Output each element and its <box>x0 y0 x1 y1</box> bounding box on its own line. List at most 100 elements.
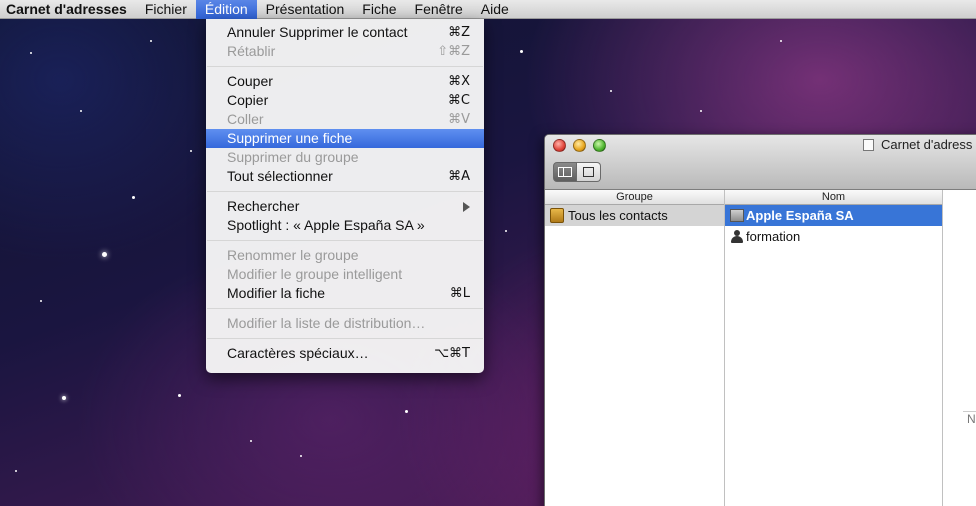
window-titlebar[interactable]: Carnet d'adress <box>545 135 976 190</box>
card-field-fragment: N <box>963 411 976 426</box>
menu-item-spotlight[interactable]: Spotlight : « Apple España SA » <box>206 216 484 235</box>
window-title: Carnet d'adress <box>863 137 972 152</box>
groups-column-header[interactable]: Groupe <box>545 190 724 205</box>
menu-item-tout-selectionner[interactable]: Tout sélectionner ⌘A <box>206 167 484 186</box>
menu-item-caracteres-speciaux[interactable]: Caractères spéciaux… ⌥⌘T <box>206 344 484 363</box>
menu-item-modifier-groupe-intelligent: Modifier le groupe intelligent <box>206 265 484 284</box>
star <box>405 410 408 413</box>
menu-item-label: Tout sélectionner <box>227 168 333 184</box>
menu-item-label: Rechercher <box>227 198 300 214</box>
contact-name: formation <box>746 229 801 244</box>
columns-view-button[interactable] <box>553 162 577 182</box>
menu-separator <box>207 338 483 339</box>
star <box>700 110 702 112</box>
menu-item-label: Coller <box>227 111 264 127</box>
card-view-icon <box>583 167 594 177</box>
menu-item-label: Annuler Supprimer le contact <box>227 24 408 40</box>
star <box>102 252 107 257</box>
menu-fiche[interactable]: Fiche <box>353 0 405 19</box>
menu-item-label: Supprimer une fiche <box>227 130 353 146</box>
browser-columns: Groupe Tous les contacts Nom Apple Españ… <box>545 190 976 506</box>
menu-item-label: Copier <box>227 92 269 108</box>
menu-item-label: Supprimer du groupe <box>227 149 359 165</box>
contact-row[interactable]: Apple España SA <box>725 205 942 226</box>
star <box>178 394 181 397</box>
star <box>505 230 507 232</box>
menu-item-shortcut: ⌘X <box>448 74 470 89</box>
star <box>520 50 523 53</box>
edit-menu-dropdown: Annuler Supprimer le contact ⌘Z Rétablir… <box>206 19 484 373</box>
menu-item-couper[interactable]: Couper ⌘X <box>206 72 484 91</box>
address-book-window: Carnet d'adress Groupe Tous les contacts… <box>544 134 976 506</box>
menu-item-copier[interactable]: Copier ⌘C <box>206 91 484 110</box>
menu-item-label: Modifier le groupe intelligent <box>227 266 403 282</box>
star <box>132 196 135 199</box>
menu-aide[interactable]: Aide <box>472 0 518 19</box>
window-title-text: Carnet d'adress <box>881 137 973 152</box>
company-icon <box>730 209 744 222</box>
close-button[interactable] <box>553 139 566 152</box>
menu-item-modifier-liste-distribution: Modifier la liste de distribution… <box>206 314 484 333</box>
menu-fenetre[interactable]: Fenêtre <box>406 0 472 19</box>
card-pane <box>943 190 976 506</box>
menu-item-annuler[interactable]: Annuler Supprimer le contact ⌘Z <box>206 23 484 42</box>
menu-item-shortcut: ⇧⌘Z <box>437 44 470 59</box>
menu-app[interactable]: Carnet d'adresses <box>0 0 136 19</box>
view-mode-control <box>553 162 601 182</box>
group-icon <box>550 208 564 223</box>
menu-item-supprimer-groupe: Supprimer du groupe <box>206 148 484 167</box>
zoom-button[interactable] <box>593 139 606 152</box>
minimize-button[interactable] <box>573 139 586 152</box>
menu-bar: Carnet d'adresses Fichier Édition Présen… <box>0 0 976 19</box>
menu-item-rechercher[interactable]: Rechercher <box>206 197 484 216</box>
menu-separator <box>207 191 483 192</box>
star <box>300 455 302 457</box>
menu-edition[interactable]: Édition <box>195 0 257 19</box>
group-label: Tous les contacts <box>568 208 668 223</box>
menu-item-shortcut: ⌥⌘T <box>434 346 470 361</box>
menu-fichier[interactable]: Fichier <box>136 0 196 19</box>
menu-item-label: Renommer le groupe <box>227 247 359 263</box>
menu-item-shortcut: ⌘C <box>447 93 470 108</box>
menu-item-coller: Coller ⌘V <box>206 110 484 129</box>
menu-item-supprimer-fiche[interactable]: Supprimer une fiche <box>206 129 484 148</box>
star <box>62 396 66 400</box>
document-icon <box>863 138 874 151</box>
star <box>80 110 82 112</box>
menu-separator <box>207 240 483 241</box>
menu-item-label: Spotlight : « Apple España SA » <box>227 217 425 233</box>
menu-item-label: Modifier la fiche <box>227 285 326 301</box>
star <box>150 40 152 42</box>
star <box>190 150 192 152</box>
menu-separator <box>207 308 483 309</box>
group-row-all-contacts[interactable]: Tous les contacts <box>545 205 724 226</box>
names-column: Nom Apple España SA formation <box>725 190 943 506</box>
star <box>40 300 42 302</box>
star <box>780 40 782 42</box>
menu-item-label: Caractères spéciaux… <box>227 345 369 361</box>
groups-column: Groupe Tous les contacts <box>545 190 725 506</box>
contact-name: Apple España SA <box>746 208 854 223</box>
menu-item-retablir: Rétablir ⇧⌘Z <box>206 42 484 61</box>
star <box>15 470 17 472</box>
submenu-arrow-icon <box>463 202 470 212</box>
menu-item-shortcut: ⌘L <box>449 286 470 301</box>
menu-item-label: Rétablir <box>227 43 276 59</box>
menu-separator <box>207 66 483 67</box>
star <box>250 440 252 442</box>
menu-item-modifier-fiche[interactable]: Modifier la fiche ⌘L <box>206 284 484 303</box>
menu-item-renommer-groupe: Renommer le groupe <box>206 246 484 265</box>
person-icon <box>730 229 744 244</box>
menu-item-shortcut: ⌘V <box>448 112 470 127</box>
contact-row[interactable]: formation <box>725 226 942 247</box>
menu-presentation[interactable]: Présentation <box>257 0 354 19</box>
columns-view-icon <box>558 167 572 177</box>
menu-item-shortcut: ⌘Z <box>448 25 470 40</box>
menu-item-shortcut: ⌘A <box>448 169 470 184</box>
star <box>610 90 612 92</box>
menu-item-label: Modifier la liste de distribution… <box>227 315 426 331</box>
menu-item-label: Couper <box>227 73 273 89</box>
star <box>30 52 32 54</box>
names-column-header[interactable]: Nom <box>725 190 942 205</box>
card-view-button[interactable] <box>577 162 601 182</box>
